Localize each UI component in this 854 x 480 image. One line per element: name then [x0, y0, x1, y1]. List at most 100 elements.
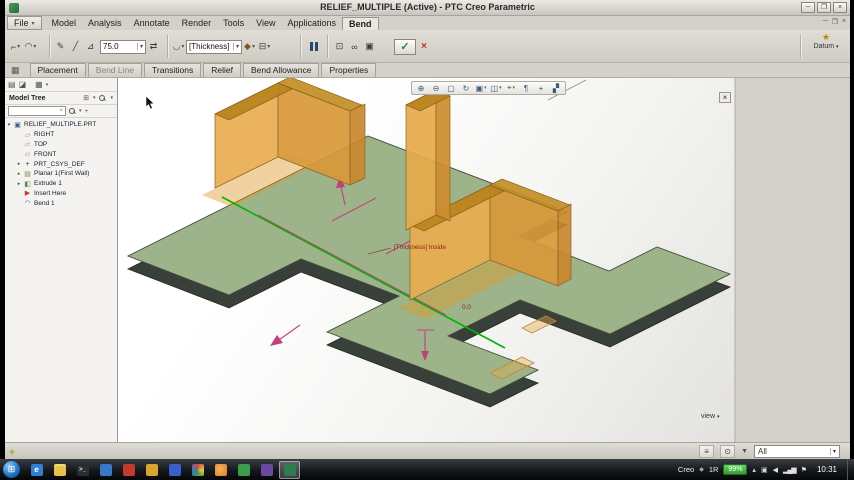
- menu-view[interactable]: View: [250, 17, 281, 29]
- preview-wireframe-button[interactable]: ⊡: [332, 39, 347, 55]
- minimize-icon[interactable]: ─: [801, 2, 815, 13]
- bend-type-1-button[interactable]: ⌐ ▾: [8, 39, 23, 55]
- annotation-display-icon[interactable]: ¶: [519, 83, 533, 94]
- flip-angle-button[interactable]: ⇄: [146, 39, 161, 55]
- tab-transitions[interactable]: Transitions: [143, 63, 202, 77]
- menu-analysis[interactable]: Analysis: [82, 17, 128, 29]
- volume-icon[interactable]: ◀: [773, 466, 778, 474]
- view-dropdown[interactable]: view ▾: [701, 413, 720, 420]
- chevron-down-icon[interactable]: ▾: [93, 95, 96, 101]
- select-bend-line-button[interactable]: ╱: [68, 39, 83, 55]
- tab-bend-line[interactable]: Bend Line: [87, 63, 142, 77]
- cancel-feature-button[interactable]: ×: [416, 39, 432, 55]
- chevron-down-icon[interactable]: ▾: [79, 108, 82, 114]
- menu-bend-active-tab[interactable]: Bend: [342, 16, 379, 30]
- angle-readout[interactable]: 0.0: [462, 304, 471, 311]
- chevron-down-icon[interactable]: ▾: [46, 82, 49, 88]
- red-app-icon[interactable]: [118, 461, 139, 479]
- zoom-out-icon[interactable]: ⊖: [429, 83, 443, 94]
- menu-applications[interactable]: Applications: [282, 17, 343, 29]
- doc-restore-icon[interactable]: ❐: [832, 18, 838, 26]
- tree-row[interactable]: ▾ ▣ RELIEF_MULTIPLE.PRT: [5, 120, 117, 130]
- direction-arrow[interactable]: [270, 324, 301, 346]
- tree-row[interactable]: ▸ ▤ Planar 1(First Wall): [5, 169, 117, 179]
- add-icon[interactable]: +: [85, 108, 89, 115]
- tree-filter-icon[interactable]: ⊞: [83, 94, 89, 102]
- display-style-icon[interactable]: ▣ ▾: [474, 83, 488, 94]
- view-manager-icon[interactable]: ▞: [549, 83, 563, 94]
- keyboard-icon[interactable]: ▣: [761, 466, 768, 474]
- close-icon[interactable]: ×: [833, 2, 847, 13]
- dimension-side-button[interactable]: ◆ ▾: [242, 39, 257, 55]
- firefox-browser-icon[interactable]: [210, 461, 231, 479]
- bend-type-2-button[interactable]: ◠ ▾: [23, 39, 38, 55]
- pause-button[interactable]: [306, 39, 321, 55]
- menu-annotate[interactable]: Annotate: [128, 17, 176, 29]
- repaint-icon[interactable]: ↻: [459, 83, 473, 94]
- panel-settings-icon[interactable]: ▦: [35, 80, 43, 89]
- purple-app-icon[interactable]: [256, 461, 277, 479]
- tab-placement[interactable]: Placement: [29, 63, 86, 77]
- chevron-down-icon[interactable]: ▾: [110, 95, 113, 101]
- battery-indicator[interactable]: 99%: [723, 464, 748, 475]
- blue-app-icon[interactable]: [164, 461, 185, 479]
- show-desktop-button[interactable]: [847, 459, 852, 480]
- relief-option-button[interactable]: ⊟ ▾: [257, 39, 272, 55]
- menu-render[interactable]: Render: [176, 17, 218, 29]
- restore-icon[interactable]: ❐: [817, 2, 831, 13]
- status-select-icon[interactable]: ⊙: [720, 444, 736, 458]
- panel-cascade-icon[interactable]: ▤: [8, 80, 16, 89]
- bend-angle-combo[interactable]: 75.0 ▾: [100, 39, 146, 54]
- expander-icon[interactable]: ▸: [15, 161, 23, 167]
- tree-row[interactable]: ▱ FRONT: [5, 149, 117, 159]
- datum-group-button[interactable]: ★ Datum ▾: [806, 32, 846, 50]
- taskbar-clock[interactable]: 10:31: [817, 465, 837, 474]
- saved-views-icon[interactable]: ◫ ▾: [489, 83, 503, 94]
- chrome-browser-icon[interactable]: [187, 461, 208, 479]
- doc-minimize-icon[interactable]: ─: [823, 18, 828, 26]
- spin-center-icon[interactable]: +: [534, 83, 548, 94]
- menu-model[interactable]: Model: [46, 17, 83, 29]
- tab-relief[interactable]: Relief: [203, 63, 241, 77]
- green-app-icon[interactable]: [233, 461, 254, 479]
- start-button[interactable]: ⊞: [3, 461, 20, 478]
- expander-icon[interactable]: ▸: [15, 171, 23, 177]
- folder-icon[interactable]: [49, 461, 70, 479]
- confirm-feature-button[interactable]: ✓: [394, 38, 416, 55]
- ie-browser-icon[interactable]: e: [26, 461, 47, 479]
- tree-row[interactable]: ▱ RIGHT: [5, 130, 117, 140]
- expander-icon[interactable]: ▸: [15, 181, 23, 187]
- expander-icon[interactable]: ▾: [5, 122, 13, 128]
- refit-icon[interactable]: ▢: [444, 83, 458, 94]
- datum-display-icon[interactable]: ⌖ ▾: [504, 83, 518, 94]
- tree-row[interactable]: ▶ Insert Here: [5, 189, 117, 199]
- clear-icon[interactable]: ×: [59, 108, 63, 114]
- doc-close-icon[interactable]: ×: [842, 18, 846, 26]
- preview-toggle-button[interactable]: ∞: [347, 39, 362, 55]
- hidden-icons-chevron-icon[interactable]: ▴: [752, 466, 756, 474]
- search-icon[interactable]: [99, 94, 106, 102]
- status-list-icon[interactable]: ≡: [699, 444, 715, 458]
- search-icon[interactable]: [69, 107, 76, 115]
- tree-row[interactable]: ▸ + PRT_CSYS_DEF: [5, 159, 117, 169]
- flag-icon[interactable]: ⚑: [801, 466, 807, 474]
- sketch-bend-line-button[interactable]: ✎: [53, 39, 68, 55]
- network-icon[interactable]: ▂▄▆: [783, 466, 797, 474]
- menu-file[interactable]: File ▾: [7, 16, 42, 30]
- panel-show-icon[interactable]: ◪: [19, 80, 27, 89]
- zoom-in-icon[interactable]: ⊕: [414, 83, 428, 94]
- preview-shaded-button[interactable]: ▣: [362, 39, 377, 55]
- 3d-model-canvas[interactable]: [Thickness] Inside 0.0: [118, 78, 850, 442]
- tree-row[interactable]: ▸ ◧ Extrude 1: [5, 179, 117, 189]
- bend-radius-combo[interactable]: [Thickness] ▾: [186, 39, 242, 54]
- terminal-icon[interactable]: >_: [72, 461, 93, 479]
- tree-search-input[interactable]: ×: [8, 106, 66, 116]
- tree-row[interactable]: ▱ TOP: [5, 140, 117, 150]
- creo-app-icon[interactable]: [279, 460, 300, 479]
- tab-bend-allowance[interactable]: Bend Allowance: [242, 63, 320, 77]
- graphics-area[interactable]: [Thickness] Inside 0.0 ⊕ ⊖ ▢ ↻ ▣ ▾ ◫ ▾ ⌖…: [118, 78, 850, 442]
- yellow-app-icon[interactable]: [141, 461, 162, 479]
- media-player-icon[interactable]: [95, 461, 116, 479]
- tab-properties[interactable]: Properties: [321, 63, 377, 77]
- close-icon[interactable]: ×: [719, 92, 731, 103]
